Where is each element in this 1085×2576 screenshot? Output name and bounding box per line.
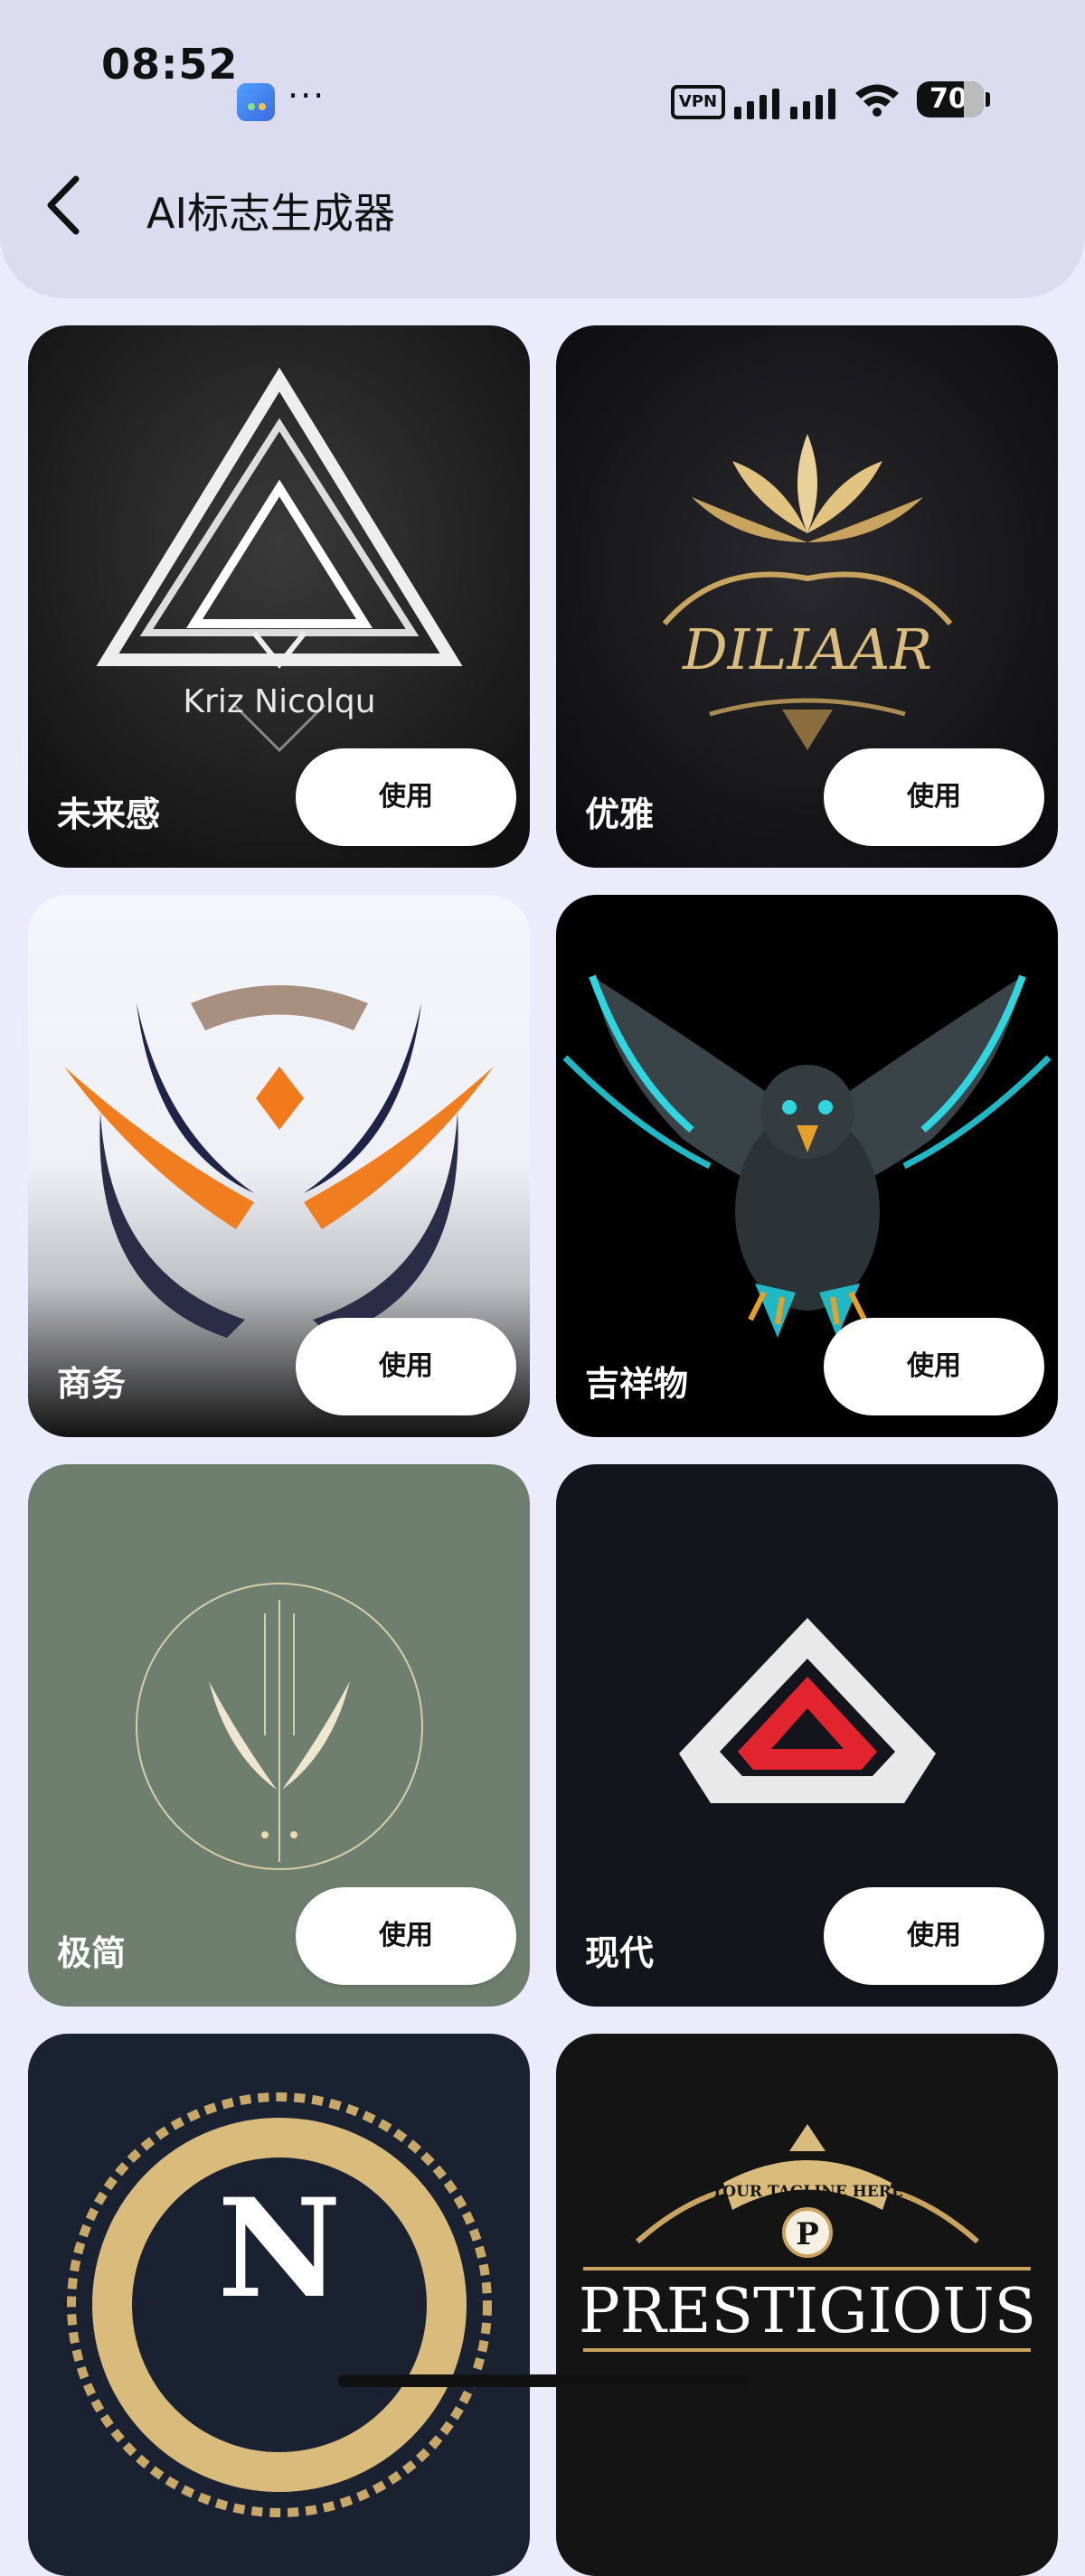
battery-empty-segment (964, 81, 984, 118)
use-button[interactable]: 使用 (296, 748, 516, 846)
template-card-mascot[interactable]: 吉祥物 使用 (556, 895, 1058, 1437)
template-card-modern[interactable]: 现代 使用 (556, 1464, 1058, 2007)
battery-level: 70 (929, 83, 967, 115)
vpn-icon: VPN (671, 85, 725, 119)
card-category-label: 极简 (57, 1933, 127, 1973)
use-button[interactable]: 使用 (824, 1318, 1044, 1415)
template-card-elegant[interactable]: DILIAAR 优雅 使用 (556, 325, 1058, 868)
card-category-label: 未来感 (57, 794, 161, 834)
card-category-label: 现代 (585, 1933, 655, 1973)
prestigious-tagline: YOUR TAGLINE HERE (711, 2183, 903, 2201)
template-card-prestigious[interactable]: YOUR TAGLINE HERE P PRESTIGIOUS (556, 2034, 1058, 2576)
card-category-label: 商务 (57, 1364, 127, 1404)
status-time: 08:52 (101, 40, 239, 89)
template-card-futuristic[interactable]: Kriz Nicolqu 未来感 使用 (28, 325, 530, 868)
vintage-logo-image: VINTAGE STYLE LOGO N (28, 2034, 530, 2576)
use-button[interactable]: 使用 (296, 1318, 516, 1415)
template-card-minimal[interactable]: 极简 使用 (28, 1464, 530, 2007)
home-indicator[interactable] (338, 2374, 749, 2387)
card-category-label: 吉祥物 (585, 1364, 689, 1404)
vintage-logo-letter: N (217, 2169, 341, 2328)
more-notifications-icon: ··· (288, 76, 326, 116)
signal-icon (734, 89, 835, 119)
prestigious-letter: P (796, 2216, 819, 2252)
template-card-business[interactable]: 商务 使用 (28, 895, 530, 1437)
prestigious-logo-image: YOUR TAGLINE HERE P PRESTIGIOUS (556, 2034, 1058, 2576)
wifi-icon (855, 84, 899, 117)
card-category-label: 优雅 (585, 794, 655, 834)
use-button[interactable]: 使用 (824, 748, 1044, 846)
battery-icon: 70 (917, 81, 984, 118)
prestigious-logo-text: PRESTIGIOUS (579, 2276, 1036, 2347)
elegant-logo-text: DILIAAR (682, 616, 932, 682)
back-arrow-icon[interactable] (42, 174, 87, 237)
template-card-vintage[interactable]: VINTAGE STYLE LOGO N (28, 2034, 530, 2576)
status-bar: 08:52 ··· VPN 70 (0, 36, 1085, 121)
app-header: 08:52 ··· VPN 70 AI标志生成器 (0, 0, 1085, 298)
use-button[interactable]: 使用 (824, 1887, 1044, 1985)
futuristic-logo-text: Kriz Nicolqu (183, 683, 375, 720)
page-title: AI标志生成器 (146, 189, 396, 238)
app-notification-icon (237, 83, 275, 121)
battery-cap (986, 92, 990, 107)
use-button[interactable]: 使用 (296, 1887, 516, 1985)
